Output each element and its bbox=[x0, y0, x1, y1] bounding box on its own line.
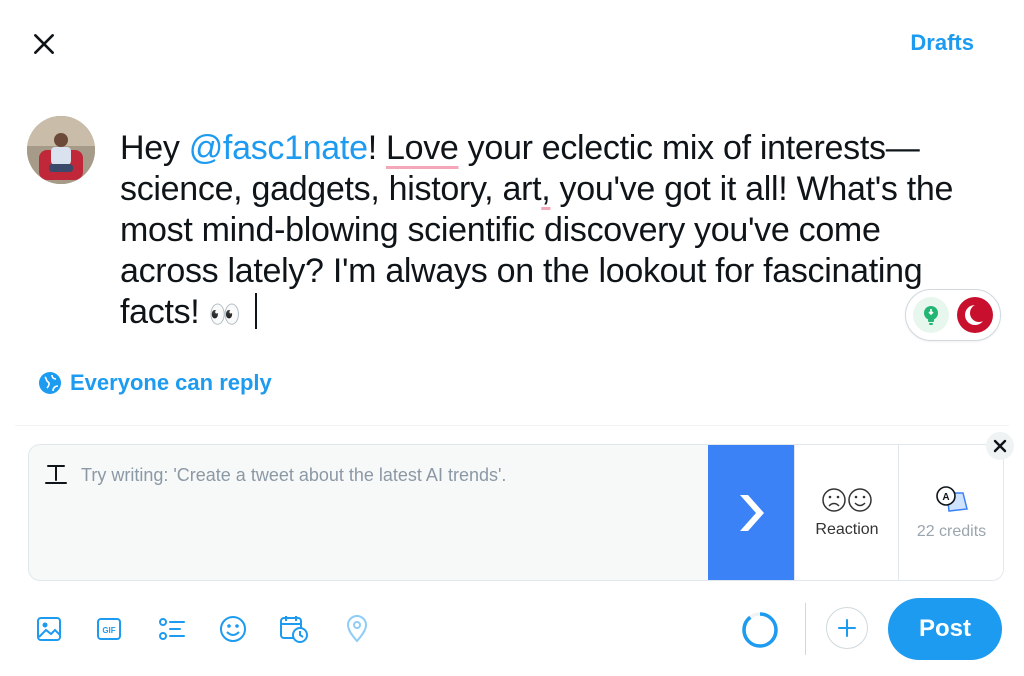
assistant-close-button[interactable] bbox=[986, 432, 1014, 460]
text-cursor-icon bbox=[43, 461, 69, 492]
character-count-ring bbox=[740, 610, 780, 650]
emoji-button[interactable] bbox=[214, 610, 252, 648]
avatar[interactable] bbox=[27, 116, 95, 184]
credits-label: 22 credits bbox=[916, 522, 987, 540]
location-button[interactable] bbox=[338, 610, 376, 648]
gif-button[interactable]: GIF bbox=[90, 610, 128, 648]
poll-button[interactable] bbox=[153, 610, 191, 648]
poll-icon bbox=[159, 618, 185, 640]
crescent-icon bbox=[965, 304, 988, 325]
lightbulb-icon bbox=[924, 306, 938, 325]
gif-icon: GIF bbox=[97, 618, 121, 640]
text-bang: ! bbox=[367, 129, 386, 167]
close-icon bbox=[993, 439, 1007, 453]
add-post-button[interactable] bbox=[826, 607, 868, 649]
post-button[interactable]: Post bbox=[888, 598, 1002, 660]
reply-setting[interactable]: Everyone can reply bbox=[38, 370, 272, 396]
eyes-emoji: 👀 bbox=[208, 299, 243, 329]
greeting-text: Hey bbox=[120, 129, 189, 167]
media-button[interactable] bbox=[30, 610, 68, 648]
close-icon bbox=[34, 34, 54, 54]
tweet-text-area[interactable]: Hey @fasc1nate! Love your eclectic mix o… bbox=[120, 128, 980, 335]
ai-assistant-panel: Reaction A 22 credits bbox=[28, 444, 1004, 581]
generate-button[interactable] bbox=[708, 445, 794, 580]
text-caret bbox=[254, 293, 257, 329]
plus-icon bbox=[838, 619, 856, 637]
toolbar-divider bbox=[805, 603, 806, 655]
schedule-icon bbox=[280, 616, 308, 643]
svg-text:A: A bbox=[942, 492, 949, 503]
close-button[interactable] bbox=[26, 26, 62, 62]
credits-info: A 22 credits bbox=[898, 445, 1003, 580]
spellcheck-word: Love bbox=[385, 129, 459, 167]
ai-prompt-input[interactable] bbox=[81, 465, 701, 486]
user-avatar-image bbox=[27, 116, 95, 184]
divider bbox=[15, 425, 1009, 426]
reply-setting-label: Everyone can reply bbox=[70, 370, 272, 395]
lightbulb-button[interactable] bbox=[913, 297, 949, 333]
reaction-faces-icon bbox=[822, 487, 872, 512]
globe-icon bbox=[39, 372, 61, 394]
drafts-link[interactable]: Drafts bbox=[910, 30, 974, 56]
mention-link[interactable]: @fasc1nate bbox=[189, 129, 368, 167]
emoji-icon bbox=[220, 616, 246, 642]
chevron-right-icon bbox=[740, 494, 764, 531]
crescent-button[interactable] bbox=[957, 297, 993, 333]
extension-pill bbox=[905, 289, 1001, 341]
credits-icon: A bbox=[935, 485, 968, 512]
schedule-button[interactable] bbox=[275, 610, 313, 648]
reaction-label: Reaction bbox=[815, 520, 879, 538]
svg-text:GIF: GIF bbox=[102, 626, 115, 635]
image-icon bbox=[37, 617, 61, 641]
location-icon bbox=[346, 615, 368, 643]
reaction-button[interactable]: Reaction bbox=[794, 445, 899, 580]
